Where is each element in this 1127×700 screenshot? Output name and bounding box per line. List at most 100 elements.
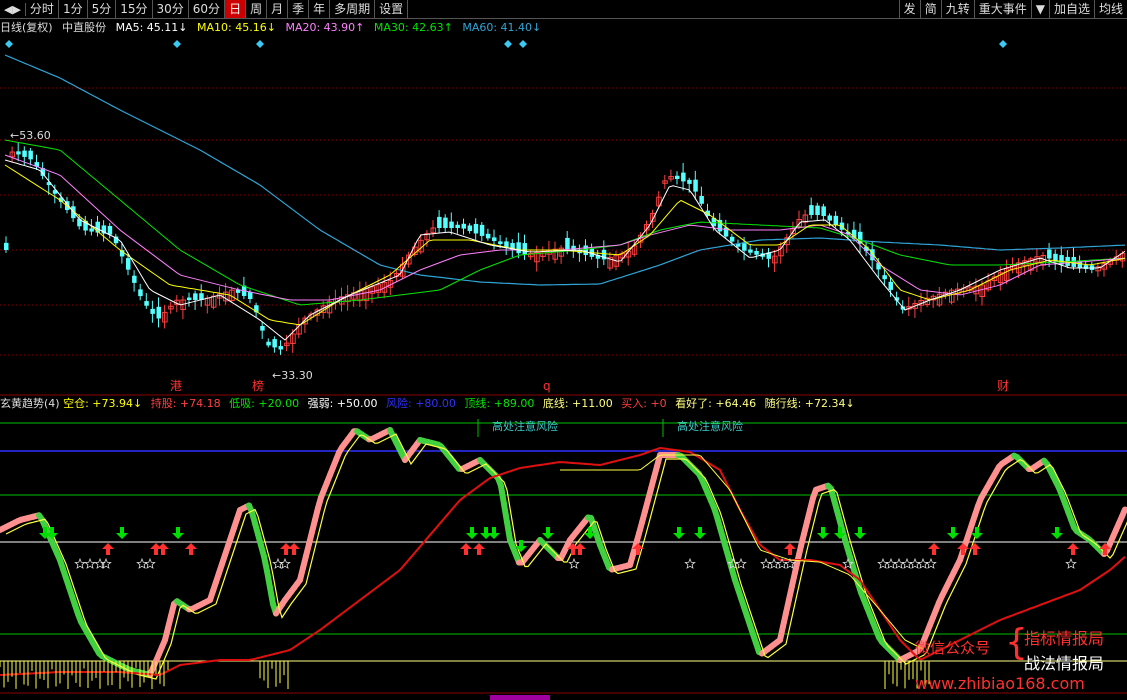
- ma30-line: [4, 139, 1126, 306]
- star-icon: [136, 557, 148, 569]
- dixian-value: 底线: +11.00: [542, 397, 613, 410]
- suixing-value: 随行线: +72.34↓: [764, 397, 855, 410]
- candle-down: [473, 223, 479, 234]
- up-arrow-icon: [473, 543, 485, 555]
- candle-down: [455, 224, 460, 228]
- star-icon: [1065, 557, 1077, 569]
- candle-down: [266, 341, 271, 346]
- event-marker-1: 榜: [252, 378, 264, 393]
- candle-down: [754, 250, 759, 255]
- oscillator-segment: [1119, 506, 1127, 520]
- tab-period-11[interactable]: 多周期: [330, 0, 376, 18]
- tab-period-3[interactable]: 15分: [116, 0, 153, 18]
- event-diamond-icon: [519, 40, 527, 48]
- low-price-label: ←33.30: [272, 369, 313, 382]
- candle-down: [443, 217, 448, 228]
- toolbar-right-button-6[interactable]: 均线: [1093, 0, 1127, 18]
- toolbar-right: 发简九转 重大事件 ▼ 加自选 均线: [898, 0, 1127, 18]
- candle-down: [498, 241, 503, 245]
- toolbar-right-button-4[interactable]: ▼: [1030, 0, 1049, 18]
- toolbar-right-button-5[interactable]: 加自选: [1048, 0, 1094, 18]
- candle-down: [4, 242, 9, 250]
- candle-down: [833, 215, 839, 226]
- brand-label-2: 战法情报局: [1024, 654, 1105, 673]
- tab-period-8[interactable]: 月: [267, 0, 289, 18]
- tab-period-0[interactable]: 分时: [26, 0, 59, 18]
- candle-down: [729, 236, 735, 242]
- star-icon: [144, 557, 156, 569]
- down-arrow-icon: [854, 527, 866, 539]
- candle-down: [260, 325, 265, 331]
- tab-period-1[interactable]: 1分: [59, 0, 88, 18]
- nav-arrows-icon[interactable]: ◀▶: [0, 2, 26, 16]
- up-arrow-icon: [1067, 543, 1079, 555]
- star-icon: [74, 557, 86, 569]
- star-icon: [901, 557, 913, 569]
- tab-period-7[interactable]: 周: [246, 0, 268, 18]
- star-icon: [568, 557, 580, 569]
- period-tabs: ◀▶ 分时 1分 5分 15分 30分 60分日周月季年多周期 设置: [0, 0, 409, 18]
- candle-down: [492, 237, 497, 241]
- candle-down: [699, 195, 704, 204]
- dingxian-value: 顶线: +89.00: [464, 397, 535, 410]
- star-icon: [877, 557, 889, 569]
- scroll-marker: [490, 695, 550, 700]
- star-icon: [768, 557, 780, 569]
- toolbar-right-button-3[interactable]: 重大事件: [973, 0, 1031, 18]
- tab-period-6[interactable]: 日: [225, 0, 247, 18]
- qiangruo-value: 强弱: +50.00: [307, 397, 378, 410]
- candle-down: [272, 339, 277, 348]
- up-arrow-icon: [102, 543, 114, 555]
- star-icon: [760, 557, 772, 569]
- event-diamond-icon: [504, 40, 512, 48]
- up-arrow-icon: [460, 543, 472, 555]
- candle-down: [144, 301, 149, 306]
- down-arrow-icon: [817, 527, 829, 539]
- up-arrow-icon: [969, 543, 981, 555]
- candle-down: [742, 243, 747, 251]
- up-arrow-icon: [157, 543, 169, 555]
- star-icon: [885, 557, 897, 569]
- candle-down: [583, 245, 588, 256]
- down-arrow-icon: [116, 527, 128, 539]
- candle-down: [187, 297, 192, 300]
- candle-down: [437, 216, 442, 228]
- candle-down: [687, 179, 692, 184]
- candle-down: [193, 293, 198, 300]
- kanhao-value: 看好了: +64.46: [675, 397, 757, 410]
- up-arrow-icon: [928, 543, 940, 555]
- toolbar-right-button-2[interactable]: 九转: [940, 0, 974, 18]
- star-icon: [925, 557, 937, 569]
- yellow-slow-line: [560, 454, 924, 650]
- candle-down: [278, 346, 283, 350]
- down-arrow-icon: [488, 527, 500, 539]
- site-url: www.zhibiao168.com: [915, 674, 1085, 693]
- candle-down: [693, 179, 698, 192]
- star-icon: [84, 557, 96, 569]
- toolbar-right-button-0[interactable]: 发: [898, 0, 920, 18]
- tab-period-2[interactable]: 5分: [88, 0, 117, 18]
- price-chart[interactable]: ←53.60 ←33.30 港 榜 q 财: [0, 18, 1127, 396]
- event-marker-2: q: [543, 379, 551, 393]
- tab-period-9[interactable]: 季: [288, 0, 310, 18]
- candle-down: [522, 243, 527, 255]
- high-price-label: ←53.60: [10, 129, 51, 142]
- event-diamond-icon: [256, 40, 264, 48]
- candle-down: [485, 233, 491, 239]
- candle-down: [449, 221, 454, 228]
- candle-down: [827, 215, 832, 221]
- down-arrow-icon: [466, 527, 478, 539]
- star-icon: [279, 557, 291, 569]
- up-arrow-icon: [185, 543, 197, 555]
- candle-down: [809, 205, 814, 215]
- toolbar-right-button-1[interactable]: 简: [919, 0, 941, 18]
- wechat-label: 微信公众号: [915, 639, 991, 657]
- ma20-line: [4, 154, 1126, 301]
- dixi-value: 低吸: +20.00: [229, 397, 300, 410]
- tab-period-4[interactable]: 30分: [153, 0, 189, 18]
- tab-period-5[interactable]: 60分: [189, 0, 226, 18]
- tab-period-10[interactable]: 年: [309, 0, 331, 18]
- up-arrow-icon: [784, 543, 796, 555]
- tab-period-12[interactable]: 设置: [375, 0, 409, 18]
- candle-down: [107, 225, 113, 235]
